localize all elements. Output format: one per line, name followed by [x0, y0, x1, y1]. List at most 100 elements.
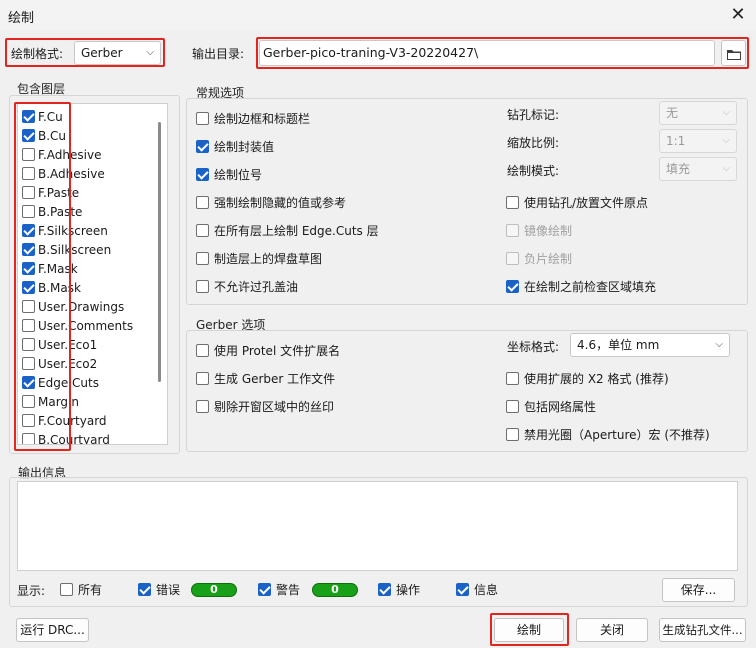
filter-errors[interactable]: 错误	[138, 580, 180, 599]
close-button[interactable]: 关闭	[576, 618, 648, 642]
general-right-options: 使用钻孔/放置文件原点 镜像绘制负片绘制在绘制之前检查区域填充	[506, 188, 656, 300]
browse-folder-button[interactable]	[721, 40, 746, 66]
chevron-down-icon: ⌵	[715, 339, 723, 350]
general-option-1-checkbox[interactable]	[196, 139, 209, 153]
general-right-option-0-label: 使用钻孔/放置文件原点	[524, 195, 649, 210]
coord-format-value: 4.6，单位 mm	[577, 338, 660, 352]
filter-infos[interactable]: 信息	[456, 580, 498, 599]
general-option-5-checkbox[interactable]	[196, 251, 209, 265]
chevron-down-icon: ⌵	[146, 47, 154, 58]
filter-errors-label: 错误	[156, 583, 181, 597]
messages-output-area[interactable]	[17, 481, 738, 571]
errors-count-badge: 0	[191, 583, 237, 597]
scale-value: 1:1	[666, 134, 686, 148]
layers-highlight	[14, 102, 71, 451]
general-right-option-1: 镜像绘制	[506, 216, 656, 244]
general-option-0-checkbox[interactable]	[196, 111, 209, 125]
gerber-right-options: 使用扩展的 X2 格式 (推荐) 包括网络属性禁用光圈（Aperture）宏 (不…	[506, 364, 710, 448]
layers-scrollbar-thumb[interactable]	[158, 122, 161, 382]
filter-infos-checkbox[interactable]	[456, 583, 469, 596]
gerber-option-1[interactable]: 生成 Gerber 工作文件	[196, 364, 340, 392]
gerber-right-option-0-label: 使用扩展的 X2 格式 (推荐)	[524, 371, 669, 386]
general-option-2-checkbox[interactable]	[196, 167, 209, 181]
filter-errors-checkbox[interactable]	[138, 583, 151, 596]
general-option-6-checkbox[interactable]	[196, 279, 209, 293]
close-window-button[interactable]: ✕	[724, 2, 752, 28]
gerber-right-option-2[interactable]: 禁用光圈（Aperture）宏 (不推荐)	[506, 420, 710, 448]
filter-infos-label: 信息	[474, 583, 499, 597]
general-option-4-checkbox[interactable]	[196, 223, 209, 237]
warnings-count-badge: 0	[312, 583, 358, 597]
save-messages-button[interactable]: 保存...	[662, 578, 735, 602]
gerber-right-option-1[interactable]: 包括网络属性	[506, 392, 710, 420]
plot-format-value: Gerber	[81, 46, 123, 60]
coord-format-select[interactable]: 4.6，单位 mm ⌵	[570, 333, 730, 357]
filter-actions-checkbox[interactable]	[378, 583, 391, 596]
filter-warnings[interactable]: 警告	[258, 580, 300, 599]
plot-mode-label: 绘制模式:	[507, 164, 560, 178]
plot-button[interactable]: 绘制	[494, 618, 564, 642]
general-left-options: 绘制边框和标题栏绘制封装值绘制位号强制绘制隐藏的值或参考在所有层上绘制 Edge…	[196, 104, 379, 300]
output-dir-input[interactable]: Gerber-pico-traning-V3-20220427\	[259, 40, 715, 66]
drill-marks-select[interactable]: 无 ⌵	[659, 101, 737, 125]
chevron-down-icon: ⌵	[722, 135, 730, 146]
general-right-option-2: 负片绘制	[506, 244, 656, 272]
output-dir-value: Gerber-pico-traning-V3-20220427\	[263, 45, 479, 60]
filter-warnings-checkbox[interactable]	[258, 583, 271, 596]
general-option-4-label: 在所有层上绘制 Edge.Cuts 层	[214, 223, 379, 238]
gerber-option-0-checkbox[interactable]	[196, 343, 209, 357]
plot-format-select[interactable]: Gerber ⌵	[74, 41, 161, 65]
general-option-5-label: 制造层上的焊盘草图	[214, 251, 323, 266]
general-right-option-1-label: 镜像绘制	[524, 223, 573, 238]
general-option-6[interactable]: 不允许过孔盖油	[196, 272, 379, 300]
plot-mode-select[interactable]: 填充 ⌵	[659, 157, 737, 181]
gerber-option-0[interactable]: 使用 Protel 文件扩展名	[196, 336, 340, 364]
filter-all-checkbox[interactable]	[60, 583, 73, 596]
general-option-5[interactable]: 制造层上的焊盘草图	[196, 244, 379, 272]
general-option-6-label: 不允许过孔盖油	[214, 279, 299, 294]
plot-format-label: 绘制格式:	[11, 47, 64, 61]
gerber-option-0-label: 使用 Protel 文件扩展名	[214, 343, 341, 358]
drill-marks-label: 钻孔标记:	[507, 108, 560, 122]
filter-warnings-label: 警告	[276, 583, 301, 597]
general-option-2[interactable]: 绘制位号	[196, 160, 379, 188]
gerber-right-option-0[interactable]: 使用扩展的 X2 格式 (推荐)	[506, 364, 710, 392]
gerber-right-option-1-checkbox[interactable]	[506, 399, 519, 413]
scale-label: 缩放比例:	[507, 136, 560, 150]
general-option-3-label: 强制绘制隐藏的值或参考	[214, 195, 347, 210]
filter-all-label: 所有	[78, 583, 103, 597]
drill-marks-value: 无	[666, 106, 679, 120]
general-option-3[interactable]: 强制绘制隐藏的值或参考	[196, 188, 379, 216]
filter-all[interactable]: 所有	[60, 580, 102, 599]
general-option-3-checkbox[interactable]	[196, 195, 209, 209]
gerber-right-option-0-checkbox[interactable]	[506, 371, 519, 385]
general-option-1[interactable]: 绘制封装值	[196, 132, 379, 160]
general-right-option-1-checkbox	[506, 223, 519, 237]
gerber-right-option-2-checkbox[interactable]	[506, 427, 519, 441]
gerber-option-1-checkbox[interactable]	[196, 371, 209, 385]
general-right-option-0[interactable]: 使用钻孔/放置文件原点	[506, 188, 656, 216]
filter-actions[interactable]: 操作	[378, 580, 420, 599]
run-drc-button[interactable]: 运行 DRC...	[16, 618, 89, 642]
folder-icon	[726, 50, 741, 60]
generate-drill-files-button[interactable]: 生成钻孔文件...	[659, 618, 746, 642]
scale-select[interactable]: 1:1 ⌵	[659, 129, 737, 153]
gerber-option-2[interactable]: 剔除开窗区域中的丝印	[196, 392, 340, 420]
general-option-0[interactable]: 绘制边框和标题栏	[196, 104, 379, 132]
general-right-option-2-checkbox	[506, 251, 519, 265]
gerber-option-1-label: 生成 Gerber 工作文件	[214, 371, 336, 386]
general-right-option-3-label: 在绘制之前检查区域填充	[524, 279, 657, 294]
gerber-right-option-1-label: 包括网络属性	[524, 399, 597, 414]
general-option-4[interactable]: 在所有层上绘制 Edge.Cuts 层	[196, 216, 379, 244]
general-right-option-0-checkbox[interactable]	[506, 195, 519, 209]
show-label: 显示:	[17, 584, 46, 598]
general-right-option-2-label: 负片绘制	[524, 251, 573, 266]
output-dir-label: 输出目录:	[192, 47, 245, 61]
gerber-option-2-checkbox[interactable]	[196, 399, 209, 413]
general-right-option-3-checkbox[interactable]	[506, 279, 519, 293]
general-option-1-label: 绘制封装值	[214, 139, 275, 154]
general-right-option-3[interactable]: 在绘制之前检查区域填充	[506, 272, 656, 300]
chevron-down-icon: ⌵	[722, 163, 730, 174]
window-title: 绘制	[8, 11, 35, 26]
filter-actions-label: 操作	[396, 583, 421, 597]
